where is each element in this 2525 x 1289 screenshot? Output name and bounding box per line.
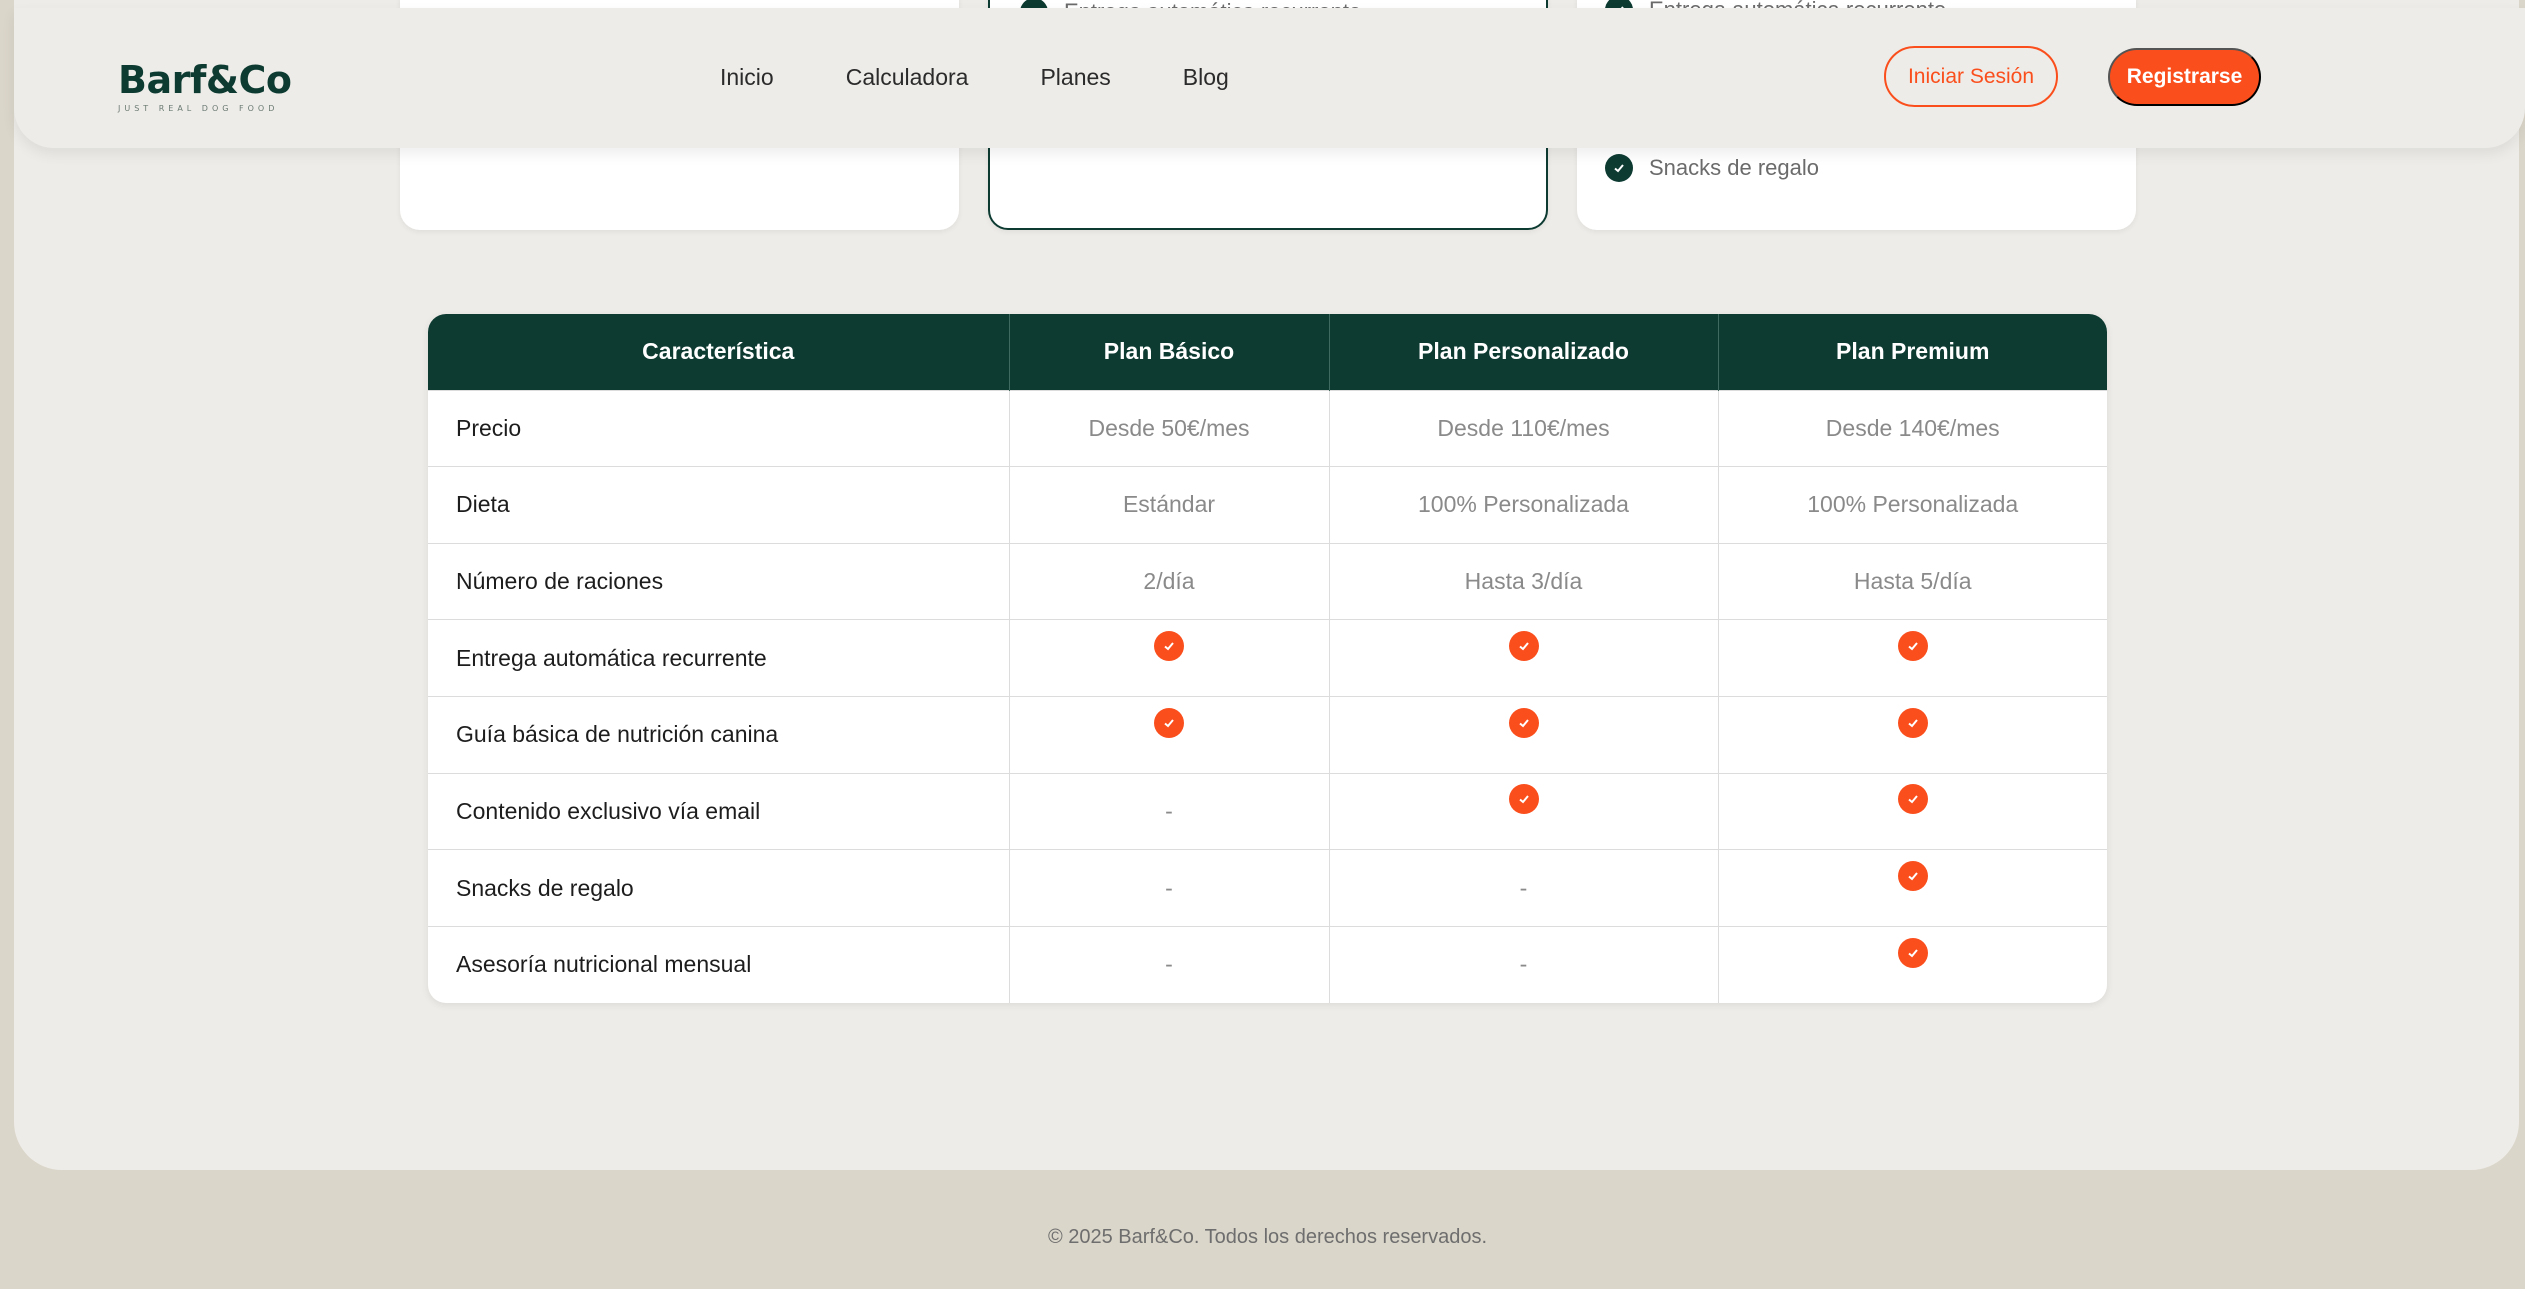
signup-button[interactable]: Registrarse: [2108, 48, 2261, 106]
site-header: Barf&Co JUST REAL DOG FOOD Inicio Calcul…: [14, 8, 2525, 148]
feature-name-cell: Guía básica de nutrición canina: [428, 696, 1010, 774]
included-cell: [1329, 772, 1719, 850]
included-cell: [1009, 696, 1330, 774]
check-circle-icon: [1508, 784, 1539, 815]
table-row: Asesoría nutricional mensual - -: [428, 925, 2107, 1003]
value-cell: Hasta 5/día: [1718, 542, 2107, 620]
included-cell: [1009, 619, 1330, 697]
value-cell: -: [1009, 849, 1330, 927]
feature-name-cell: Precio: [428, 389, 1010, 467]
included-cell: [1718, 849, 2107, 927]
value-cell: 100% Personalizada: [1329, 466, 1719, 544]
login-button[interactable]: Iniciar Sesión: [1884, 46, 2058, 107]
value-cell: -: [1329, 849, 1719, 927]
nav-calculadora[interactable]: Calculadora: [846, 64, 969, 91]
feature-name-cell: Snacks de regalo: [428, 849, 1010, 927]
column-header: Plan Premium: [1718, 314, 2107, 390]
value-cell: Estándar: [1009, 466, 1330, 544]
nav-inicio[interactable]: Inicio: [720, 64, 774, 91]
included-cell: [1718, 619, 2107, 697]
column-header: Plan Básico: [1009, 314, 1330, 390]
table-row: Contenido exclusivo vía email -: [428, 772, 2107, 850]
table-row: Precio Desde 50€/mes Desde 110€/mes Desde 1…: [428, 389, 2107, 467]
table-row: Snacks de regalo - -: [428, 849, 2107, 927]
footer-copyright: © 2025 Barf&Co. Todos los derechos reser…: [1047, 1226, 1488, 1248]
table-row: Entrega automática recurrente: [428, 619, 2107, 697]
main-nav: Inicio Calculadora Planes Blog: [720, 64, 1229, 91]
value-cell: Desde 50€/mes: [1009, 389, 1330, 467]
check-circle-icon: [1897, 861, 1928, 892]
plan-comparison-table: Característica Plan Básico Plan Personal…: [428, 314, 2107, 1003]
value-cell: Hasta 3/día: [1329, 542, 1719, 620]
table-row: Guía básica de nutrición canina: [428, 696, 2107, 774]
included-cell: [1718, 696, 2107, 774]
feature-name-cell: Contenido exclusivo vía email: [428, 772, 1010, 850]
check-circle-icon: [1508, 707, 1539, 738]
logo-wordmark: Barf&Co: [118, 58, 292, 102]
value-cell: Desde 110€/mes: [1329, 389, 1719, 467]
check-circle-icon: [1897, 631, 1928, 662]
check-circle-icon: [1508, 631, 1539, 662]
value-cell: 2/día: [1009, 542, 1330, 620]
value-cell: -: [1329, 925, 1719, 1003]
logo[interactable]: Barf&Co JUST REAL DOG FOOD: [118, 58, 292, 113]
nav-planes[interactable]: Planes: [1040, 64, 1110, 91]
value-cell: -: [1009, 925, 1330, 1003]
feature-name-cell: Asesoría nutricional mensual: [428, 925, 1010, 1003]
nav-blog[interactable]: Blog: [1183, 64, 1229, 91]
feature-name-cell: Número de raciones: [428, 542, 1010, 620]
check-icon: [1605, 154, 1633, 182]
plan-feature: Snacks de regalo: [1605, 154, 1819, 182]
value-cell: 100% Personalizada: [1718, 466, 2107, 544]
column-header: Plan Personalizado: [1329, 314, 1719, 390]
check-circle-icon: [1154, 631, 1184, 662]
check-circle-icon: [1897, 784, 1928, 815]
table-header-row: Característica Plan Básico Plan Personal…: [428, 314, 2107, 390]
included-cell: [1718, 925, 2107, 1003]
check-circle-icon: [1897, 937, 1928, 968]
check-circle-icon: [1897, 707, 1928, 738]
table-row: Dieta Estándar 100% Personalizada 100% Pers…: [428, 466, 2107, 544]
plan-feature-label: Snacks de regalo: [1649, 155, 1819, 180]
table-row: Número de raciones 2/día Hasta 3/día Hasta …: [428, 542, 2107, 620]
feature-name-cell: Dieta: [428, 466, 1010, 544]
included-cell: [1329, 619, 1719, 697]
check-circle-icon: [1154, 707, 1184, 738]
included-cell: [1329, 696, 1719, 774]
value-cell: Desde 140€/mes: [1718, 389, 2107, 467]
feature-name-cell: Entrega automática recurrente: [428, 619, 1010, 697]
included-cell: [1718, 772, 2107, 850]
logo-tagline: JUST REAL DOG FOOD: [118, 104, 279, 113]
value-cell: -: [1009, 772, 1330, 850]
column-header: Característica: [428, 314, 1010, 390]
